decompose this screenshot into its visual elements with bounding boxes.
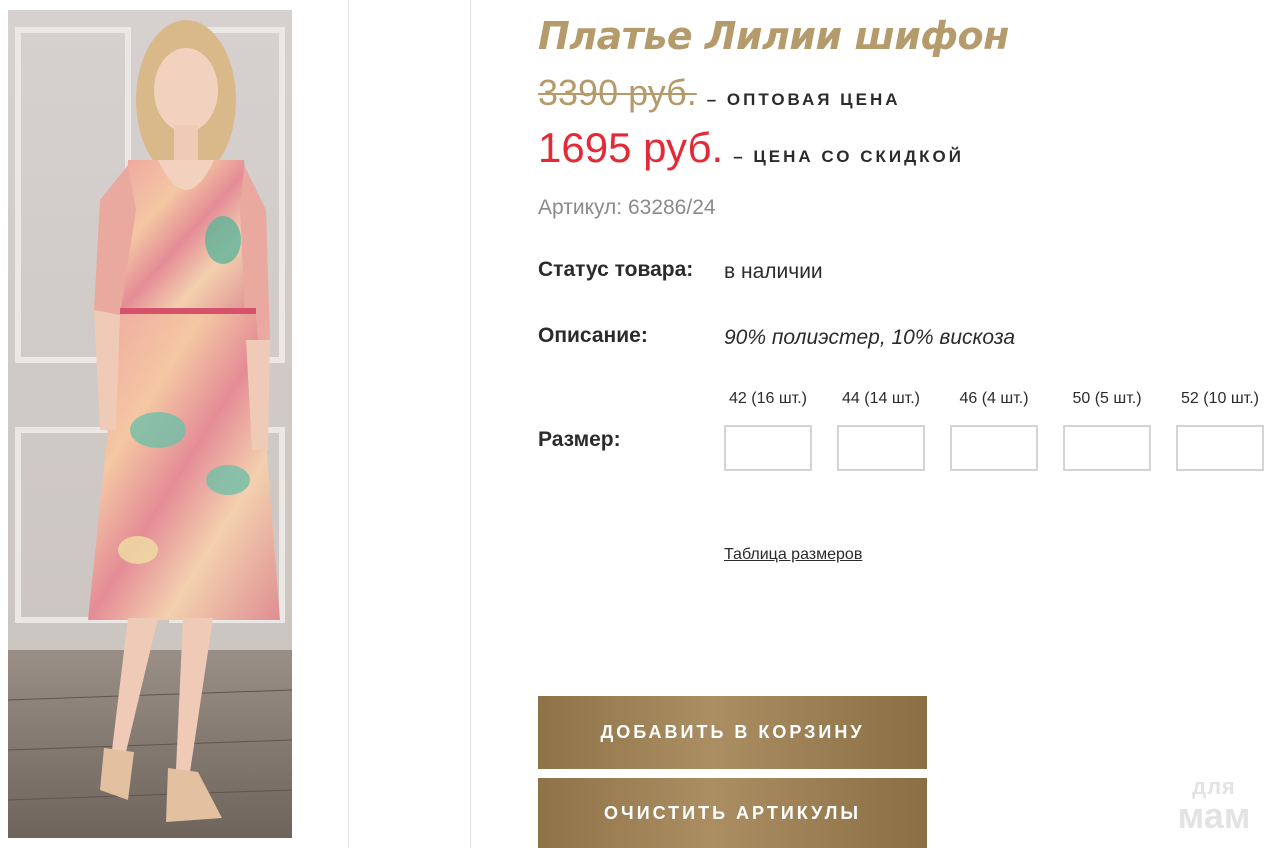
size-option-label: 50 (5 шт.): [1072, 390, 1142, 407]
add-to-cart-button[interactable]: ДОБАВИТЬ В КОРЗИНУ: [538, 696, 927, 769]
product-title: Платье Лилии шифон: [538, 14, 1009, 58]
sale-price-note: – ЦЕНА СО СКИДКОЙ: [733, 147, 964, 166]
size-option: 42 (16 шт.): [720, 390, 816, 471]
clear-articles-button[interactable]: ОЧИСТИТЬ АРТИКУЛЫ: [538, 778, 927, 848]
column-divider: [348, 0, 349, 848]
product-page: Платье Лилии шифон 3390 руб. – ОПТОВАЯ Ц…: [0, 0, 1280, 848]
size-option: 44 (14 шт.): [833, 390, 929, 471]
size-option: 46 (4 шт.): [946, 390, 1042, 471]
watermark-bottom-text: мам: [1177, 795, 1251, 836]
description-value: 90% полиэстер, 10% вискоза: [724, 326, 1016, 349]
size-option-label: 52 (10 шт.): [1181, 390, 1259, 407]
product-photo[interactable]: [8, 10, 292, 838]
size-option-label: 44 (14 шт.): [842, 390, 920, 407]
size-quantity-input[interactable]: [1063, 425, 1151, 471]
size-option: 52 (10 шт.): [1172, 390, 1268, 471]
column-divider: [470, 0, 471, 848]
wholesale-price: 3390 руб.: [538, 72, 697, 113]
size-selector: 42 (16 шт.) 44 (14 шт.) 46 (4 шт.) 50 (5…: [720, 390, 1268, 471]
size-table-link[interactable]: Таблица размеров: [724, 546, 862, 564]
sale-price: 1695 руб.: [538, 124, 724, 171]
size-option: 50 (5 шт.): [1059, 390, 1155, 471]
wholesale-price-note: – ОПТОВАЯ ЦЕНА: [706, 90, 901, 109]
description-label: Описание:: [538, 324, 648, 347]
site-watermark-logo: для мам: [1166, 776, 1262, 834]
size-quantity-input[interactable]: [837, 425, 925, 471]
size-option-label: 46 (4 шт.): [959, 390, 1029, 407]
size-quantity-input[interactable]: [724, 425, 812, 471]
status-label: Статус товара:: [538, 258, 694, 281]
size-option-label: 42 (16 шт.): [729, 390, 807, 407]
article-number: Артикул: 63286/24: [538, 196, 716, 219]
size-quantity-input[interactable]: [1176, 425, 1264, 471]
size-label: Размер:: [538, 428, 621, 451]
dress-model-image: [8, 10, 292, 838]
status-value: в наличии: [724, 260, 823, 283]
size-quantity-input[interactable]: [950, 425, 1038, 471]
sale-price-row: 1695 руб. – ЦЕНА СО СКИДКОЙ: [538, 124, 964, 172]
wholesale-price-row: 3390 руб. – ОПТОВАЯ ЦЕНА: [538, 72, 901, 114]
